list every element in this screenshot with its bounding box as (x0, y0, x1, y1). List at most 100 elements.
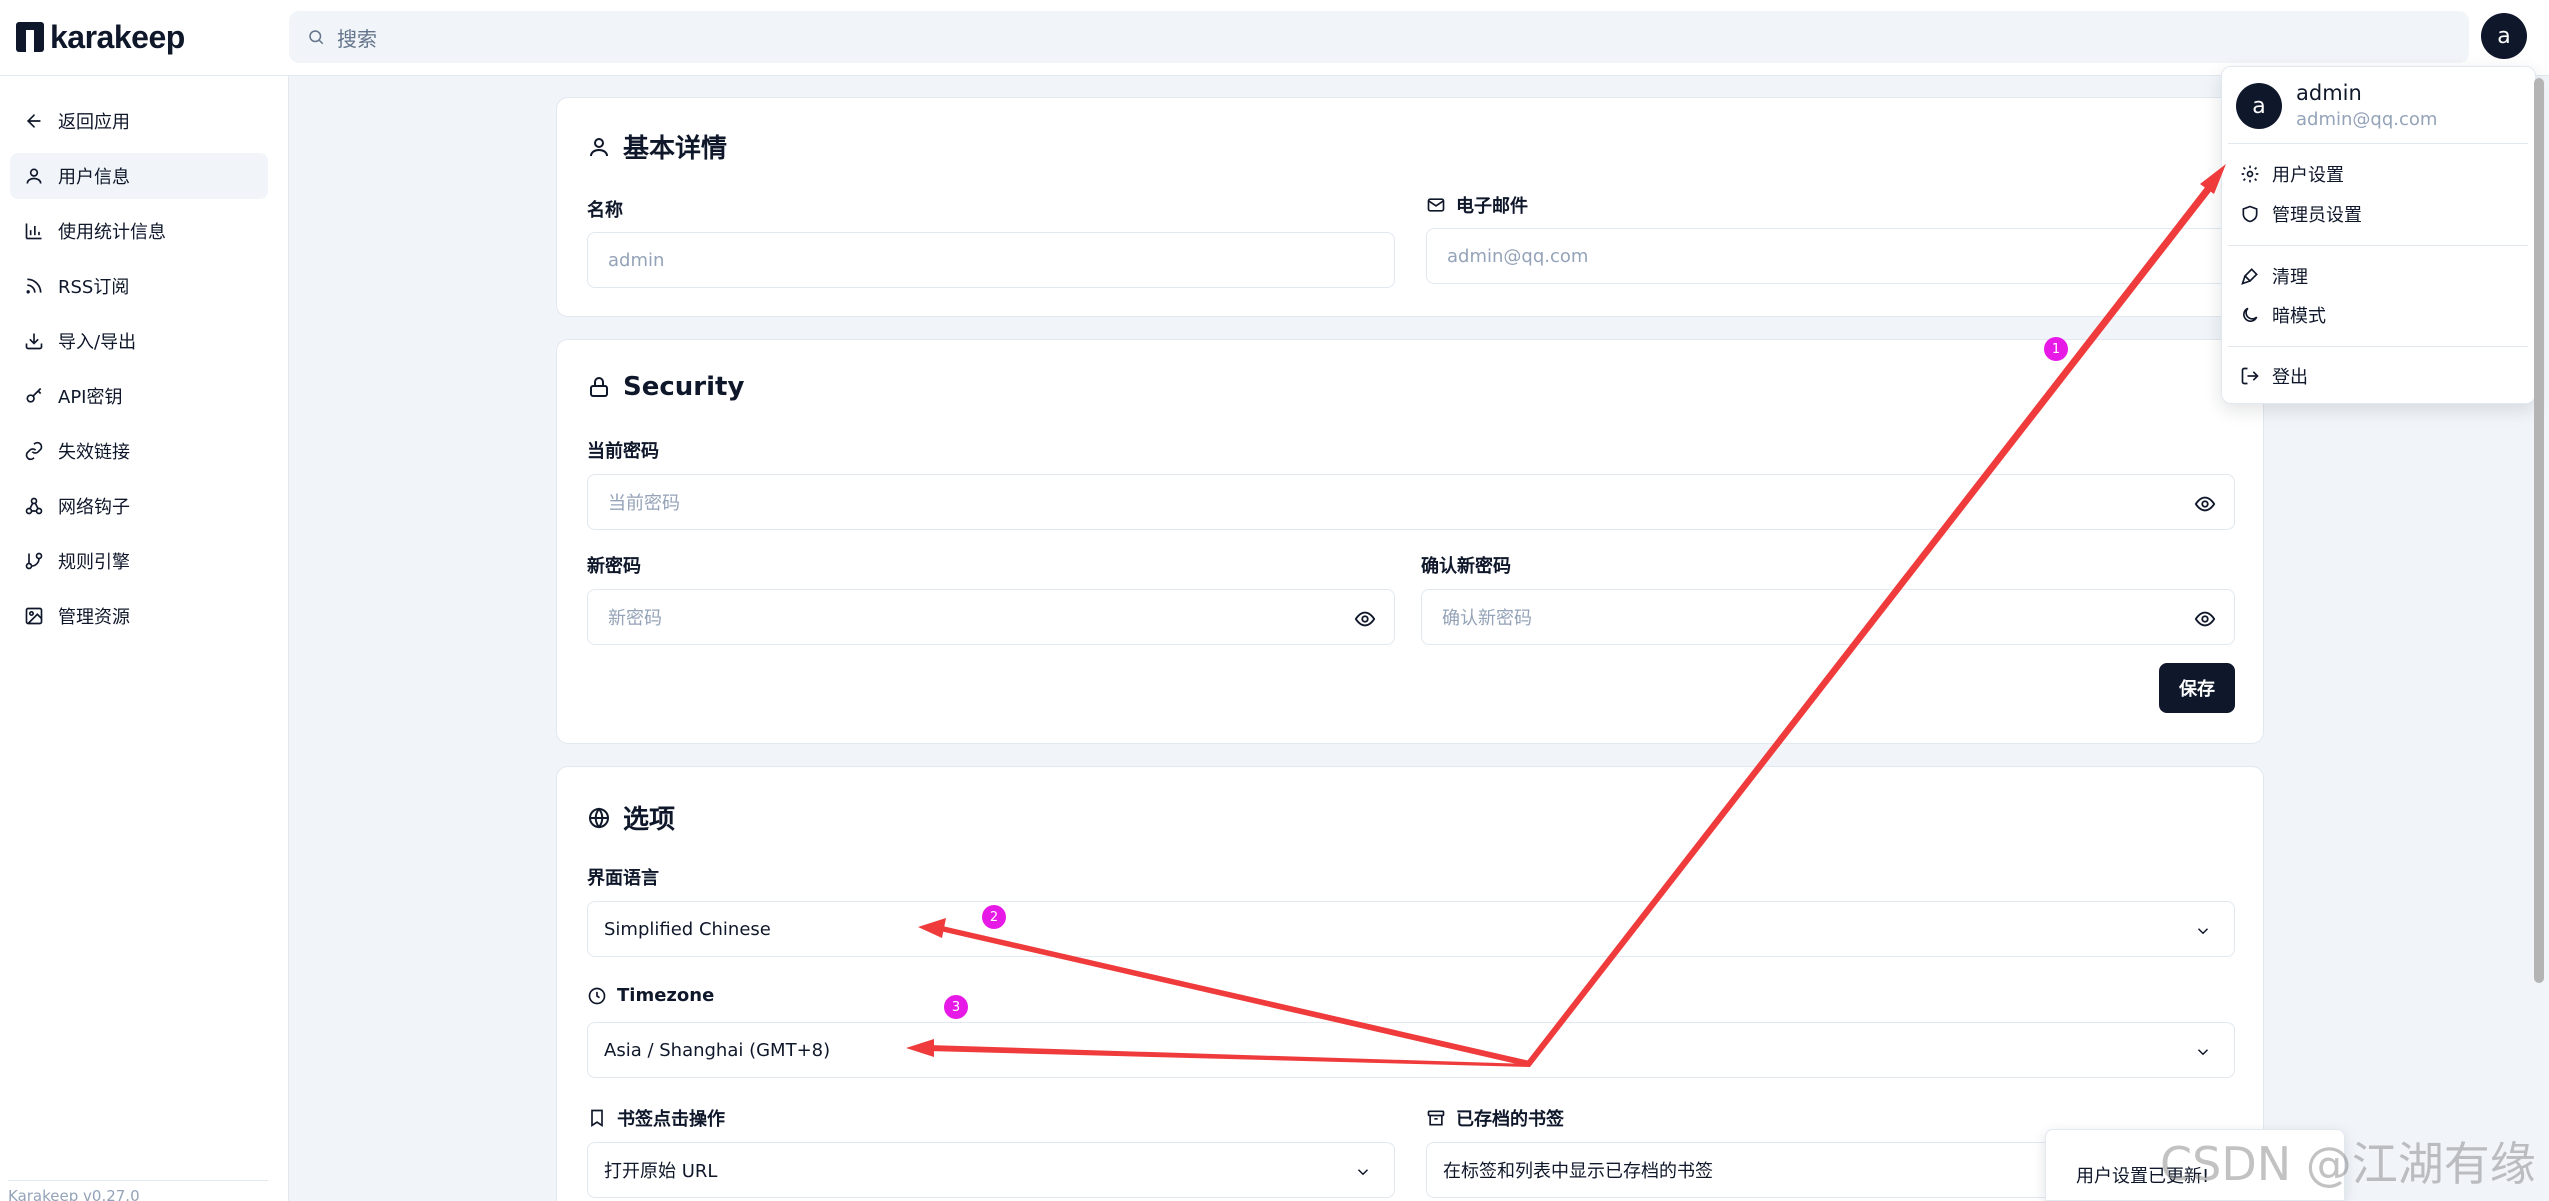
basic-details-card: 基本详情 名称 admin 电子邮件 admin@qq.com (556, 97, 2264, 317)
menu-item-logout[interactable]: 登出 (2240, 363, 2308, 389)
archive-icon (1427, 1110, 1445, 1126)
timezone-label: Timezone (587, 985, 714, 1006)
bookmark-click-label-text: 书签点击操作 (617, 1109, 725, 1130)
lock-icon (590, 377, 608, 397)
annotation-badge-1: 1 (2044, 337, 2068, 361)
sidebar-item-label: RSS订阅 (58, 277, 130, 298)
webhook-icon (25, 497, 43, 515)
user-icon (26, 168, 42, 184)
confirm-password-field[interactable]: 确认新密码 (1421, 589, 2235, 645)
settings-icon (2241, 165, 2259, 183)
sidebar-item-usage-stats[interactable]: 使用统计信息 (10, 208, 268, 254)
menu-item-label: 登出 (2272, 367, 2308, 388)
name-field-value: admin (608, 249, 665, 271)
save-button[interactable]: 保存 (2159, 663, 2235, 713)
basic-details-title: 基本详情 (587, 128, 727, 165)
language-label: 界面语言 (587, 868, 659, 889)
bookmark-click-select-value: 打开原始 URL (604, 1161, 718, 1182)
archived-bookmarks-label-text: 已存档的书签 (1456, 1109, 1564, 1130)
sidebar-item-manage-assets[interactable]: 管理资源 (10, 593, 268, 639)
name-label: 名称 (587, 200, 623, 221)
logo-icon (16, 22, 44, 52)
new-password-label: 新密码 (587, 556, 641, 577)
menu-item-user-settings[interactable]: 用户设置 (2240, 161, 2344, 187)
search-input[interactable]: 搜索 (289, 11, 2469, 63)
menu-divider (2228, 346, 2528, 347)
timezone-select-value: Asia / Shanghai (GMT+8) (604, 1039, 831, 1061)
bookmark-icon (591, 1109, 603, 1128)
git-branch-icon (25, 552, 43, 570)
confirm-password-label: 确认新密码 (1421, 556, 1511, 577)
sidebar-item-rss[interactable]: RSS订阅 (10, 263, 268, 309)
app-version: Karakeep v0.27.0 (8, 1180, 268, 1201)
security-title: Security (587, 372, 744, 402)
menu-item-label: 用户设置 (2272, 165, 2344, 186)
sidebar-item-import-export[interactable]: 导入/导出 (10, 318, 268, 364)
brush-icon (2241, 268, 2258, 285)
eye-icon[interactable] (2194, 608, 2216, 630)
chevron-down-icon (2197, 1049, 2209, 1056)
sidebar-item-back-to-app[interactable]: 返回应用 (10, 98, 268, 144)
scrollbar-thumb[interactable] (2534, 78, 2544, 983)
card-title-text: Security (623, 372, 745, 402)
chevron-down-icon (2197, 928, 2209, 935)
mail-icon (1427, 198, 1445, 212)
watermark: CSDN @江湖有缘 (2160, 1137, 2536, 1191)
bookmark-click-label: 书签点击操作 (587, 1105, 725, 1131)
app-logo[interactable]: karakeep (16, 16, 185, 58)
sidebar: 返回应用 用户信息 使用统计信息 RSS订阅 导入/导出 API密钥 失效链接 (0, 76, 289, 1201)
menu-divider (2228, 245, 2528, 246)
sidebar-item-webhooks[interactable]: 网络钩子 (10, 483, 268, 529)
user-avatar-button[interactable]: a (2481, 13, 2527, 59)
menu-user-name: admin (2296, 81, 2362, 105)
image-icon (25, 607, 43, 625)
name-field[interactable]: admin (587, 232, 1395, 288)
arrow-left-icon (26, 114, 41, 128)
menu-item-label: 管理员设置 (2272, 205, 2362, 226)
sidebar-item-rules-engine[interactable]: 规则引擎 (10, 538, 268, 584)
email-field[interactable]: admin@qq.com (1426, 228, 2234, 284)
language-select[interactable]: Simplified Chinese (587, 901, 2235, 957)
menu-item-label: 暗模式 (2272, 306, 2326, 327)
sidebar-item-broken-links[interactable]: 失效链接 (10, 428, 268, 474)
moon-icon (2243, 307, 2258, 322)
annotation-badge-3: 3 (944, 995, 968, 1019)
archived-bookmarks-select-value: 在标签和列表中显示已存档的书签 (1443, 1161, 1713, 1182)
rss-icon (26, 278, 42, 294)
sidebar-item-label: API密钥 (58, 387, 123, 408)
avatar: a (2236, 83, 2282, 129)
top-bar: karakeep 搜索 a (0, 0, 2549, 76)
eye-icon[interactable] (1354, 608, 1376, 630)
annotation-badge-2: 2 (982, 905, 1006, 929)
sidebar-nav: 返回应用 用户信息 使用统计信息 RSS订阅 导入/导出 API密钥 失效链接 (10, 98, 268, 648)
sidebar-item-api-keys[interactable]: API密钥 (10, 373, 268, 419)
eye-icon[interactable] (2194, 493, 2216, 515)
email-label: 电子邮件 (1426, 192, 1528, 218)
archived-bookmarks-label: 已存档的书签 (1426, 1105, 1564, 1131)
sidebar-item-label: 规则引擎 (58, 552, 130, 573)
avatar-initial: a (2497, 23, 2511, 49)
security-card: Security 当前密码 当前密码 新密码 新密码 确认新密码 确认新密码 保… (556, 339, 2264, 744)
download-icon (25, 333, 43, 350)
user-menu: a admin admin@qq.com 用户设置 管理员设置 清理 暗模式 登… (2221, 66, 2536, 404)
sidebar-item-label: 网络钩子 (58, 497, 130, 518)
app-name: karakeep (50, 18, 185, 55)
menu-user-email: admin@qq.com (2296, 109, 2438, 130)
current-password-field[interactable]: 当前密码 (587, 474, 2235, 530)
bookmark-click-select[interactable]: 打开原始 URL (587, 1142, 1395, 1198)
sidebar-item-user-info[interactable]: 用户信息 (10, 153, 268, 199)
options-title: 选项 (587, 799, 675, 836)
key-icon (26, 387, 42, 403)
sidebar-item-label: 导入/导出 (58, 332, 137, 353)
menu-item-cleanup[interactable]: 清理 (2240, 263, 2308, 289)
globe-icon (589, 806, 609, 829)
sidebar-item-label: 失效链接 (58, 442, 130, 463)
menu-item-dark-mode[interactable]: 暗模式 (2240, 302, 2326, 328)
new-password-field[interactable]: 新密码 (587, 589, 1395, 645)
options-card: 选项 界面语言 Simplified Chinese Timezone Asia… (556, 766, 2264, 1201)
menu-divider (2228, 143, 2528, 144)
search-icon (309, 30, 324, 45)
confirm-password-placeholder: 确认新密码 (1442, 608, 1532, 629)
timezone-select[interactable]: Asia / Shanghai (GMT+8) (587, 1022, 2235, 1078)
menu-item-admin-settings[interactable]: 管理员设置 (2240, 201, 2362, 227)
